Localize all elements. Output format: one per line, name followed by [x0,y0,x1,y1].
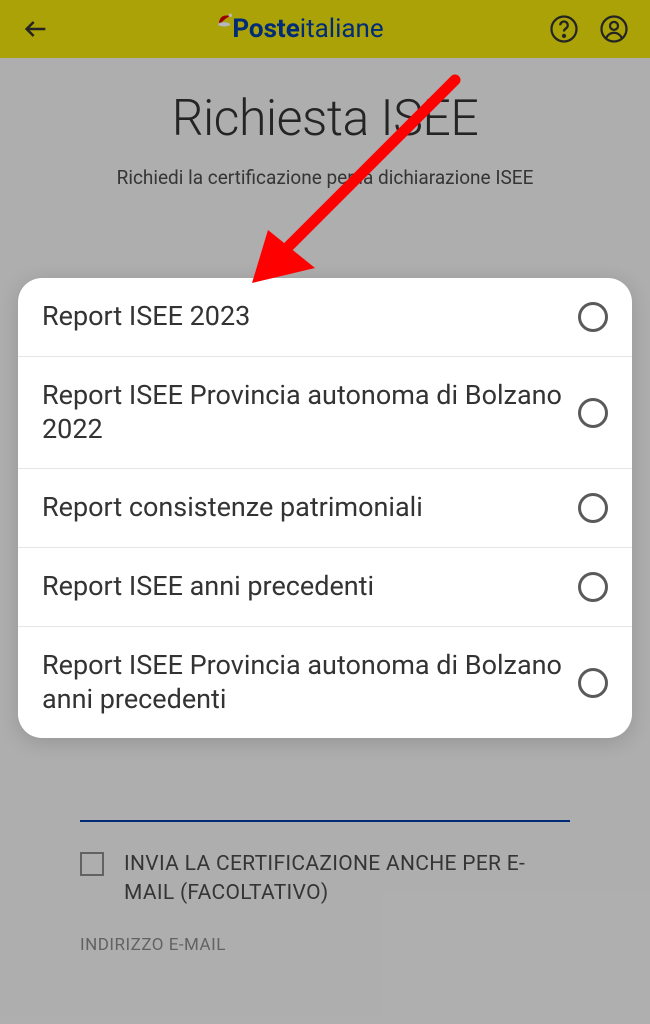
modal-option-label: Report ISEE Provincia autonoma di Bolzan… [42,379,578,447]
modal-option-consistenze[interactable]: Report consistenze patrimoniali [18,469,632,548]
modal-option-report-isee-2023[interactable]: Report ISEE 2023 [18,278,632,357]
modal-option-report-bolzano-2022[interactable]: Report ISEE Provincia autonoma di Bolzan… [18,357,632,470]
radio-icon [578,398,608,428]
radio-icon [578,668,608,698]
modal-option-anni-precedenti[interactable]: Report ISEE anni precedenti [18,548,632,627]
modal-option-label: Report ISEE Provincia autonoma di Bolzan… [42,649,578,717]
modal-option-label: Report ISEE 2023 [42,300,266,334]
modal-option-label: Report consistenze patrimoniali [42,491,439,525]
radio-icon [578,572,608,602]
modal-option-bolzano-precedenti[interactable]: Report ISEE Provincia autonoma di Bolzan… [18,627,632,739]
report-select-modal: Report ISEE 2023 Report ISEE Provincia a… [18,278,632,738]
radio-icon [578,302,608,332]
modal-option-label: Report ISEE anni precedenti [42,570,390,604]
radio-icon [578,493,608,523]
